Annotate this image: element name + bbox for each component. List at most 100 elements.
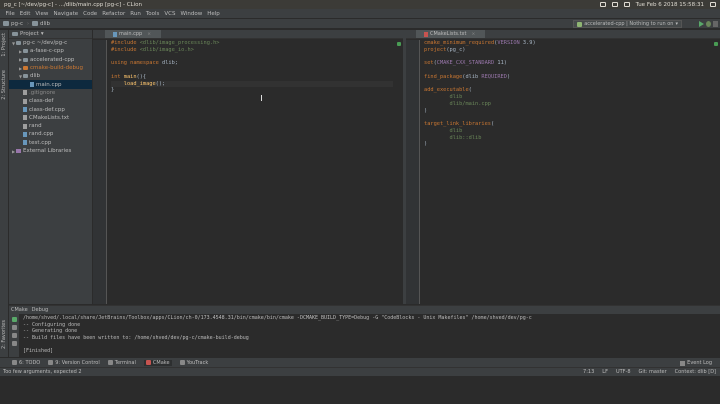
toolwindow-version-control[interactable]: 9: Version Control: [48, 360, 100, 366]
tree-item[interactable]: ▶ cmake-build-debug: [9, 64, 92, 72]
event-log-button[interactable]: Event Log: [680, 360, 712, 366]
folder-icon: [23, 74, 28, 79]
clock[interactable]: Tue Feb 6 2018 15:58:31: [636, 2, 704, 8]
tab-main-cpp[interactable]: main.cpp ×: [105, 30, 161, 38]
stop-icon[interactable]: [11, 325, 17, 330]
settings-icon[interactable]: [11, 333, 17, 338]
breadcrumb-root[interactable]: pg-c: [3, 21, 27, 27]
line-separator[interactable]: LF: [602, 369, 608, 375]
tree-item[interactable]: CMakeLists.txt: [9, 114, 92, 122]
library-icon: [16, 149, 21, 153]
stop-icon[interactable]: [713, 21, 718, 27]
menu-tools[interactable]: Tools: [143, 11, 162, 17]
tab-label: main.cpp: [119, 31, 143, 37]
tab-structure[interactable]: 2: Structure: [1, 70, 7, 100]
menu-view[interactable]: View: [33, 11, 51, 17]
reload-icon[interactable]: [11, 317, 17, 322]
menu-file[interactable]: File: [3, 11, 17, 17]
tab-cmakelists[interactable]: CMakeLists.txt ×: [416, 30, 486, 38]
battery-icon[interactable]: [623, 2, 630, 7]
cpp-file-icon: [113, 31, 117, 37]
cmake-console-output[interactable]: /home/shved/.local/share/JetBrains/Toolb…: [23, 315, 715, 354]
git-branch[interactable]: Git: master: [639, 369, 667, 375]
youtrack-icon: [179, 360, 185, 365]
code-line: cmake_minimum_required(VERSION 3.9): [424, 40, 536, 46]
resolve-context[interactable]: Context: dlib [D]: [675, 369, 716, 375]
tree-item[interactable]: ▶ accelerated-cpp: [9, 56, 92, 64]
file-encoding[interactable]: UTF-8: [616, 369, 631, 375]
code-line: dlib::dlib: [449, 134, 482, 141]
tree-item-label: dlib: [30, 73, 41, 80]
debug-icon[interactable]: [706, 21, 711, 27]
tree-item[interactable]: ▶ External Libraries: [9, 147, 92, 155]
code-line: dlib: [449, 94, 463, 100]
chevron-down-icon: ▾: [40, 31, 44, 37]
line-gutter: [406, 40, 420, 304]
close-icon[interactable]: ×: [471, 32, 475, 37]
tree-item[interactable]: ▶ a-fase-c-cpp: [9, 47, 92, 55]
code-line: project(pg_c): [424, 46, 466, 53]
tool-window-bar: 6: TODO 9: Version Control Terminal CMak…: [0, 357, 720, 367]
toolwindow-terminal[interactable]: Terminal: [107, 359, 136, 366]
close-icon[interactable]: ×: [147, 32, 151, 37]
toolwindow-cmake[interactable]: CMake: [143, 359, 172, 366]
menu-window[interactable]: Window: [178, 11, 205, 17]
check-icon: [397, 42, 401, 46]
folder-icon: [23, 49, 28, 54]
caret-position[interactable]: 7:13: [583, 369, 594, 375]
code-line: ): [424, 107, 428, 114]
run-configuration-select[interactable]: accelerated-cpp | Nothing to run on ▾: [573, 20, 682, 28]
menu-run[interactable]: Run: [128, 11, 144, 17]
folder-icon: [32, 21, 38, 26]
run-configuration-label: accelerated-cpp | Nothing to run on: [584, 21, 674, 27]
desktop-background: [0, 376, 720, 404]
tree-item[interactable]: ▼ pg-c ~/dev/pg-c: [9, 39, 92, 47]
tree-item[interactable]: rand: [9, 122, 92, 130]
tree-item[interactable]: rand.cpp: [9, 130, 92, 138]
tab-debug[interactable]: Debug: [32, 307, 48, 313]
tree-item[interactable]: class-def.cpp: [9, 105, 92, 113]
power-icon[interactable]: [710, 2, 716, 7]
tree-item[interactable]: .gitignore: [9, 89, 92, 97]
editor-right: CMakeLists.txt × cmake_minimum_required(…: [405, 30, 720, 304]
tree-item[interactable]: ▼ dlib: [9, 72, 92, 80]
code-line: using namespace dlib;: [111, 60, 178, 67]
breadcrumb-label: dlib: [40, 20, 51, 27]
project-panel-header[interactable]: Project ▾: [9, 30, 92, 39]
menu-refactor[interactable]: Refactor: [100, 11, 128, 17]
run-icon[interactable]: [699, 21, 704, 27]
file-icon: [23, 98, 27, 104]
cmake-panel-toolbar: [9, 314, 19, 357]
breadcrumb-dlib[interactable]: dlib: [32, 21, 54, 27]
code-line: int main(){: [111, 73, 147, 80]
system-top-bar: pg_c [~/dev/pg-c] - .../dlib/main.cpp [p…: [0, 0, 720, 9]
left-tool-strip: 1: Project 2: Structure 2: Favorites: [0, 30, 9, 357]
code-area[interactable]: cmake_minimum_required(VERSION 3.9) proje…: [424, 40, 710, 148]
tab-cmake[interactable]: CMake: [11, 307, 28, 313]
toolwindow-todo[interactable]: 6: TODO: [12, 360, 40, 366]
tree-item[interactable]: test.cpp: [9, 139, 92, 147]
status-message: Too few arguments, expected 2: [3, 369, 82, 375]
cmake-config-icon: [577, 21, 583, 27]
tab-favorites[interactable]: 2: Favorites: [1, 320, 7, 349]
menu-navigate[interactable]: Navigate: [51, 11, 81, 17]
code-line: }: [111, 87, 115, 94]
tab-project[interactable]: 1: Project: [1, 33, 7, 57]
menu-vcs[interactable]: VCS: [162, 11, 178, 17]
network-icon[interactable]: [599, 2, 606, 7]
volume-icon[interactable]: [611, 2, 618, 7]
toolwindow-label: Terminal: [114, 359, 136, 366]
toolwindow-youtrack[interactable]: YouTrack: [179, 360, 208, 366]
menu-code[interactable]: Code: [81, 11, 100, 17]
code-area[interactable]: #include <dlib/image_processing.h> #inclu…: [111, 40, 393, 94]
tree-item[interactable]: class-def: [9, 97, 92, 105]
tree-item[interactable]: main.cpp: [9, 80, 92, 89]
menu-help[interactable]: Help: [205, 11, 223, 17]
menu-edit[interactable]: Edit: [17, 11, 33, 17]
editor-left-tabbar: main.cpp ×: [93, 30, 403, 39]
clear-icon[interactable]: [11, 341, 17, 346]
